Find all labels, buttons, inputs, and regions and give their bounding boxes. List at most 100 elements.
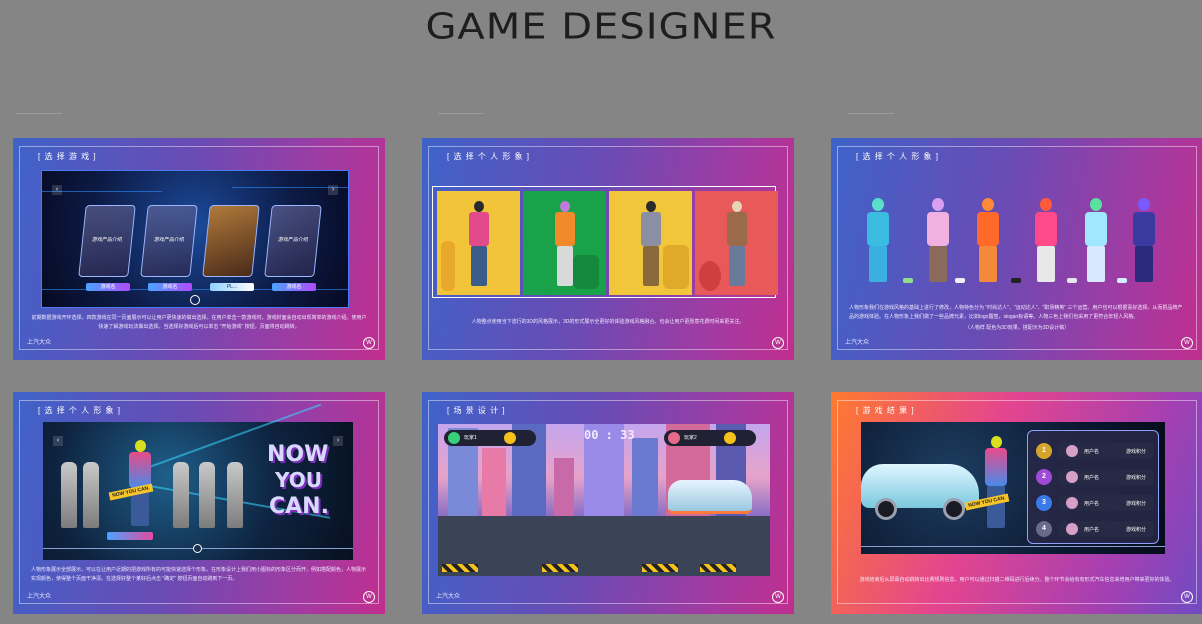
avatar-statue[interactable] bbox=[83, 462, 99, 528]
card-description: 游戏结束后从屏幕自动跳转出比赛规则信息。用户可以通过扫描二维码进行后续分。整个环… bbox=[859, 577, 1175, 583]
game-card[interactable]: 游戏产品介绍 bbox=[264, 205, 322, 277]
card-title: [ 游 戏 结 果 ] bbox=[856, 406, 915, 415]
game-card-selected[interactable] bbox=[202, 205, 260, 277]
rank-badge: 1 bbox=[1036, 443, 1052, 459]
rank-user-name: 用户名 bbox=[1084, 527, 1100, 533]
vw-logo-icon: W bbox=[772, 337, 784, 349]
avatar-photo[interactable] bbox=[437, 191, 520, 295]
confirm-button[interactable] bbox=[107, 532, 153, 540]
card-select-game[interactable]: [ 选 择 游 戏 ] ‹ › 游戏产品介绍 游戏产品介绍 游戏产品介绍 游戏名… bbox=[13, 138, 385, 360]
avatar bbox=[668, 432, 680, 444]
chevron-left-icon[interactable]: ‹ bbox=[53, 436, 63, 446]
card-avatar-lineup[interactable]: [ 选 择 个 人 形 象 ] 人物形象我们在游戏风格的基础上进行了修改，人物特… bbox=[831, 138, 1202, 360]
rank-user-name: 用户名 bbox=[1084, 501, 1100, 507]
road-barrier bbox=[542, 564, 578, 572]
card-avatar-confirm[interactable]: [ 选 择 个 人 形 象 ] ‹ › NOW YOU CAN. NOW YOU… bbox=[13, 392, 385, 614]
avatar-figure[interactable] bbox=[1083, 198, 1109, 284]
avatar-figure[interactable] bbox=[975, 198, 1001, 284]
race-timer: 00 : 33 bbox=[584, 428, 635, 442]
avatar-photo[interactable] bbox=[609, 191, 692, 295]
person-figure bbox=[555, 201, 575, 289]
card-title: [ 场 景 设 计 ] bbox=[447, 406, 506, 415]
avatar bbox=[504, 432, 516, 444]
building bbox=[554, 458, 574, 518]
slogan-word: CAN. bbox=[269, 494, 329, 519]
person-figure bbox=[727, 201, 747, 289]
card-select-avatar-photos[interactable]: [ 选 择 个 人 形 象 ] 人物整点使用当下流行的3D的风格展示，3D的形式… bbox=[422, 138, 794, 360]
leaderboard-row[interactable]: 用户名 游戏积分 bbox=[1058, 521, 1154, 537]
rank-score: 游戏积分 bbox=[1125, 475, 1146, 481]
card-note: （人物样 配色为3D效果，搭配示为3D设计稿） bbox=[964, 325, 1070, 331]
game-name-button[interactable]: 游戏名 bbox=[272, 283, 316, 291]
card-scene-design[interactable]: [ 场 景 设 计 ] 玩家1 00 : 33 玩家2 上汽大众 W bbox=[422, 392, 794, 614]
shoe-icon bbox=[903, 278, 913, 283]
play-button[interactable]: PL... bbox=[210, 283, 254, 291]
vw-logo-icon: W bbox=[772, 591, 784, 603]
avatar-statue[interactable] bbox=[173, 462, 189, 528]
avatar-statue[interactable] bbox=[61, 462, 77, 528]
leaderboard-row[interactable]: 用户名 游戏积分 bbox=[1058, 495, 1154, 511]
chevron-right-icon[interactable]: › bbox=[333, 436, 343, 446]
prop-shape bbox=[441, 241, 455, 291]
player-status-left: 玩家1 bbox=[444, 430, 536, 446]
result-car bbox=[861, 454, 981, 528]
player-car bbox=[668, 480, 752, 514]
brand-label: 上汽大众 bbox=[436, 594, 461, 600]
vw-logo-icon: W bbox=[1181, 591, 1193, 603]
avatar bbox=[724, 432, 736, 444]
rank-score: 游戏积分 bbox=[1125, 501, 1146, 507]
vw-logo-icon: W bbox=[1181, 337, 1193, 349]
road-barrier bbox=[700, 564, 736, 572]
game-select-screen: ‹ › 游戏产品介绍 游戏产品介绍 游戏产品介绍 游戏名 游戏名 PL... 游… bbox=[41, 170, 350, 308]
vw-logo-icon bbox=[193, 544, 202, 553]
divider bbox=[16, 113, 62, 114]
road-barrier bbox=[442, 564, 478, 572]
chevron-right-icon[interactable]: › bbox=[328, 185, 338, 195]
avatar-figure[interactable] bbox=[1131, 198, 1157, 284]
leaderboard-panel: 1 用户名 游戏积分 2 用户名 游戏积分 3 用户名 游戏积分 4 用户名 游戏积分 bbox=[1027, 430, 1159, 544]
avatar-figure[interactable] bbox=[1033, 198, 1059, 284]
avatar-figure[interactable] bbox=[925, 198, 951, 284]
card-game-result[interactable]: [ 游 戏 结 果 ] NOW YOU CAN. 1 用户名 游戏积分 2 用户名… bbox=[831, 392, 1202, 614]
player-name: 玩家2 bbox=[684, 435, 697, 441]
shoe-icon bbox=[955, 278, 965, 283]
card-description: 前期数据游戏开环选择。四款游戏在同一页面展示可以让用户更快速的做出选择。在用户单… bbox=[31, 315, 367, 330]
person-figure bbox=[469, 201, 489, 289]
rank-score: 游戏积分 bbox=[1125, 449, 1146, 455]
avatar-statue[interactable] bbox=[227, 462, 243, 528]
avatar-photo[interactable] bbox=[695, 191, 778, 295]
brand-label: 上汽大众 bbox=[845, 340, 870, 346]
rank-badge: 4 bbox=[1036, 521, 1052, 537]
avatar bbox=[1066, 471, 1078, 483]
avatar-statue[interactable] bbox=[199, 462, 215, 528]
game-card-label: 游戏产品介绍 bbox=[91, 237, 123, 243]
card-description: 人物整点使用当下流行的3D的风格展示，3D的形式展示全更好的体验游戏风格融合。也… bbox=[471, 319, 745, 325]
avatar bbox=[448, 432, 460, 444]
leaderboard-row[interactable]: 用户名 游戏积分 bbox=[1058, 443, 1154, 459]
card-description: 人物形象我们在游戏风格的基础上进行了修改，人物特色分为 "时尚达人"、"运动达人… bbox=[849, 305, 1183, 320]
game-name-button[interactable]: 游戏名 bbox=[148, 283, 192, 291]
divider bbox=[438, 113, 484, 114]
avatar-figure[interactable] bbox=[865, 198, 891, 284]
avatar-photo-strip bbox=[432, 186, 778, 298]
brand-label: 上汽大众 bbox=[27, 340, 52, 346]
card-title: [ 选 择 游 戏 ] bbox=[38, 152, 97, 161]
leaderboard-row[interactable]: 用户名 游戏积分 bbox=[1058, 469, 1154, 485]
shoe-icon bbox=[1067, 278, 1077, 283]
card-title: [ 选 择 个 人 形 象 ] bbox=[447, 152, 531, 161]
avatar bbox=[1066, 497, 1078, 509]
page-title: GAME DESIGNER bbox=[425, 6, 777, 48]
building bbox=[632, 438, 658, 518]
card-title: [ 选 择 个 人 形 象 ] bbox=[38, 406, 122, 415]
game-card[interactable]: 游戏产品介绍 bbox=[140, 205, 198, 277]
rank-badge: 3 bbox=[1036, 495, 1052, 511]
avatar bbox=[1066, 523, 1078, 535]
road-barrier bbox=[642, 564, 678, 572]
chevron-left-icon[interactable]: ‹ bbox=[52, 185, 62, 195]
divider bbox=[861, 546, 1165, 547]
avatar-photo[interactable] bbox=[523, 191, 606, 295]
game-name-button[interactable]: 游戏名 bbox=[86, 283, 130, 291]
game-card[interactable]: 游戏产品介绍 bbox=[78, 205, 136, 277]
vw-logo-icon: W bbox=[363, 337, 375, 349]
person-figure bbox=[641, 201, 661, 289]
